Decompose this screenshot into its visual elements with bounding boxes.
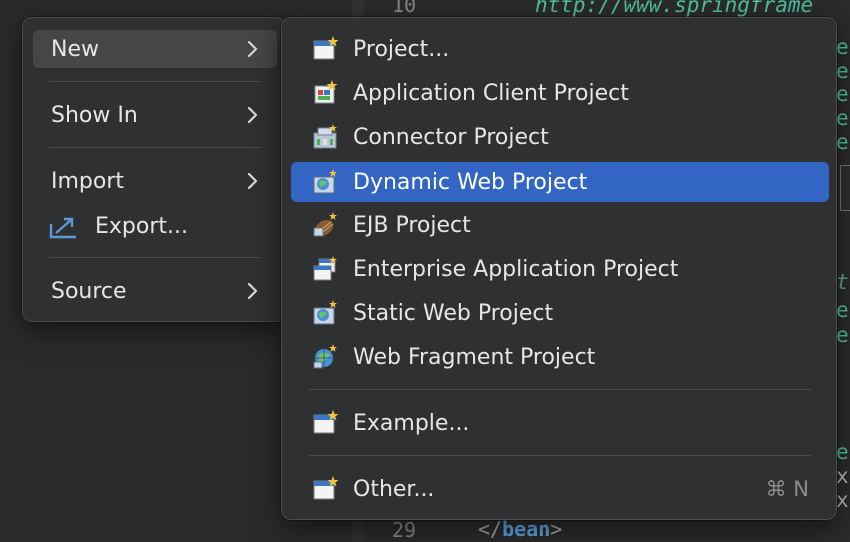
other-icon bbox=[313, 476, 339, 500]
menu-item-example[interactable]: Example... bbox=[291, 404, 829, 442]
menu-item-label: Other... bbox=[353, 476, 435, 502]
menu-separator bbox=[49, 147, 261, 148]
new-project-icon bbox=[313, 36, 339, 60]
example-icon bbox=[313, 410, 339, 434]
menu-separator bbox=[309, 455, 811, 456]
menu-item-label: Show In bbox=[51, 102, 138, 128]
connector-project-icon bbox=[313, 124, 337, 149]
menu-separator bbox=[309, 389, 811, 390]
menu-item-label: Enterprise Application Project bbox=[353, 256, 679, 282]
menu-item-static-web-project[interactable]: Static Web Project bbox=[291, 294, 829, 332]
menu-item-label: New bbox=[51, 36, 99, 62]
code-fragment: x bbox=[836, 464, 849, 488]
menu-item-export[interactable]: Export... bbox=[33, 207, 277, 245]
menu-item-label: Application Client Project bbox=[353, 80, 629, 106]
enterprise-application-project-icon bbox=[313, 256, 337, 281]
menu-item-enterprise-application-project[interactable]: Enterprise Application Project bbox=[291, 250, 829, 288]
web-fragment-project-icon bbox=[313, 344, 337, 369]
code-fragment: e bbox=[836, 59, 849, 83]
menu-item-dynamic-web-project[interactable]: Dynamic Web Project bbox=[291, 162, 829, 202]
menu-item-label: Project... bbox=[353, 36, 450, 62]
export-icon bbox=[49, 217, 76, 239]
ejb-project-icon bbox=[313, 212, 337, 237]
code-url-text: http://www.springframe bbox=[535, 0, 814, 17]
closing-bean-tag: </bean> bbox=[478, 517, 562, 541]
menu-item-import[interactable]: Import bbox=[33, 162, 277, 200]
code-fragment: e bbox=[836, 323, 849, 347]
code-fragment: e bbox=[836, 130, 849, 154]
menu-item-connector-project[interactable]: Connector Project bbox=[291, 118, 829, 156]
menu-item-application-client-project[interactable]: Application Client Project bbox=[291, 74, 829, 112]
code-fragment: e bbox=[836, 298, 849, 322]
code-fragment: e bbox=[836, 35, 849, 59]
new-submenu: Project... Application Client Project Co… bbox=[281, 17, 837, 520]
dynamic-web-project-icon bbox=[313, 169, 337, 194]
menu-separator bbox=[49, 257, 261, 258]
line-number: 10 bbox=[392, 0, 417, 17]
static-web-project-icon bbox=[313, 300, 337, 325]
menu-item-new[interactable]: New bbox=[33, 30, 277, 68]
context-menu: New Show In Import Export... Source bbox=[22, 17, 286, 322]
code-fragment: e bbox=[836, 82, 849, 106]
menu-item-label: Static Web Project bbox=[353, 300, 554, 326]
menu-separator bbox=[49, 81, 261, 82]
keyboard-shortcut: ⌘ N bbox=[765, 477, 809, 501]
chevron-right-icon bbox=[247, 106, 258, 124]
menu-item-show-in[interactable]: Show In bbox=[33, 96, 277, 134]
tag-open: </ bbox=[478, 517, 503, 541]
menu-item-label: Source bbox=[51, 278, 127, 304]
code-fragment: t bbox=[836, 270, 849, 294]
menu-item-ejb-project[interactable]: EJB Project bbox=[291, 206, 829, 244]
chevron-right-icon bbox=[247, 40, 258, 58]
menu-item-label: EJB Project bbox=[353, 212, 471, 238]
menu-item-source[interactable]: Source bbox=[33, 272, 277, 310]
tag-close: > bbox=[550, 517, 563, 541]
chevron-right-icon bbox=[247, 282, 258, 300]
code-fragment: e bbox=[836, 440, 849, 464]
menu-item-label: Connector Project bbox=[353, 124, 549, 150]
menu-item-label: Example... bbox=[353, 410, 470, 436]
menu-item-project[interactable]: Project... bbox=[291, 30, 829, 68]
chevron-right-icon bbox=[247, 172, 258, 190]
application-client-project-icon bbox=[314, 80, 338, 104]
screen: 10 http://www.springframe e e e e e t e … bbox=[0, 0, 850, 542]
code-fragment: x bbox=[836, 488, 849, 512]
menu-item-web-fragment-project[interactable]: Web Fragment Project bbox=[291, 338, 829, 376]
menu-item-label: Web Fragment Project bbox=[353, 344, 596, 370]
menu-item-other[interactable]: Other... ⌘ N bbox=[291, 470, 829, 508]
tag-name: bean bbox=[502, 517, 551, 541]
menu-item-label: Export... bbox=[95, 213, 188, 239]
code-fragment: e bbox=[836, 106, 849, 130]
menu-item-label: Import bbox=[51, 168, 125, 194]
menu-item-label: Dynamic Web Project bbox=[353, 169, 588, 195]
editor-decoration-box bbox=[840, 165, 850, 211]
line-number: 29 bbox=[392, 518, 417, 542]
